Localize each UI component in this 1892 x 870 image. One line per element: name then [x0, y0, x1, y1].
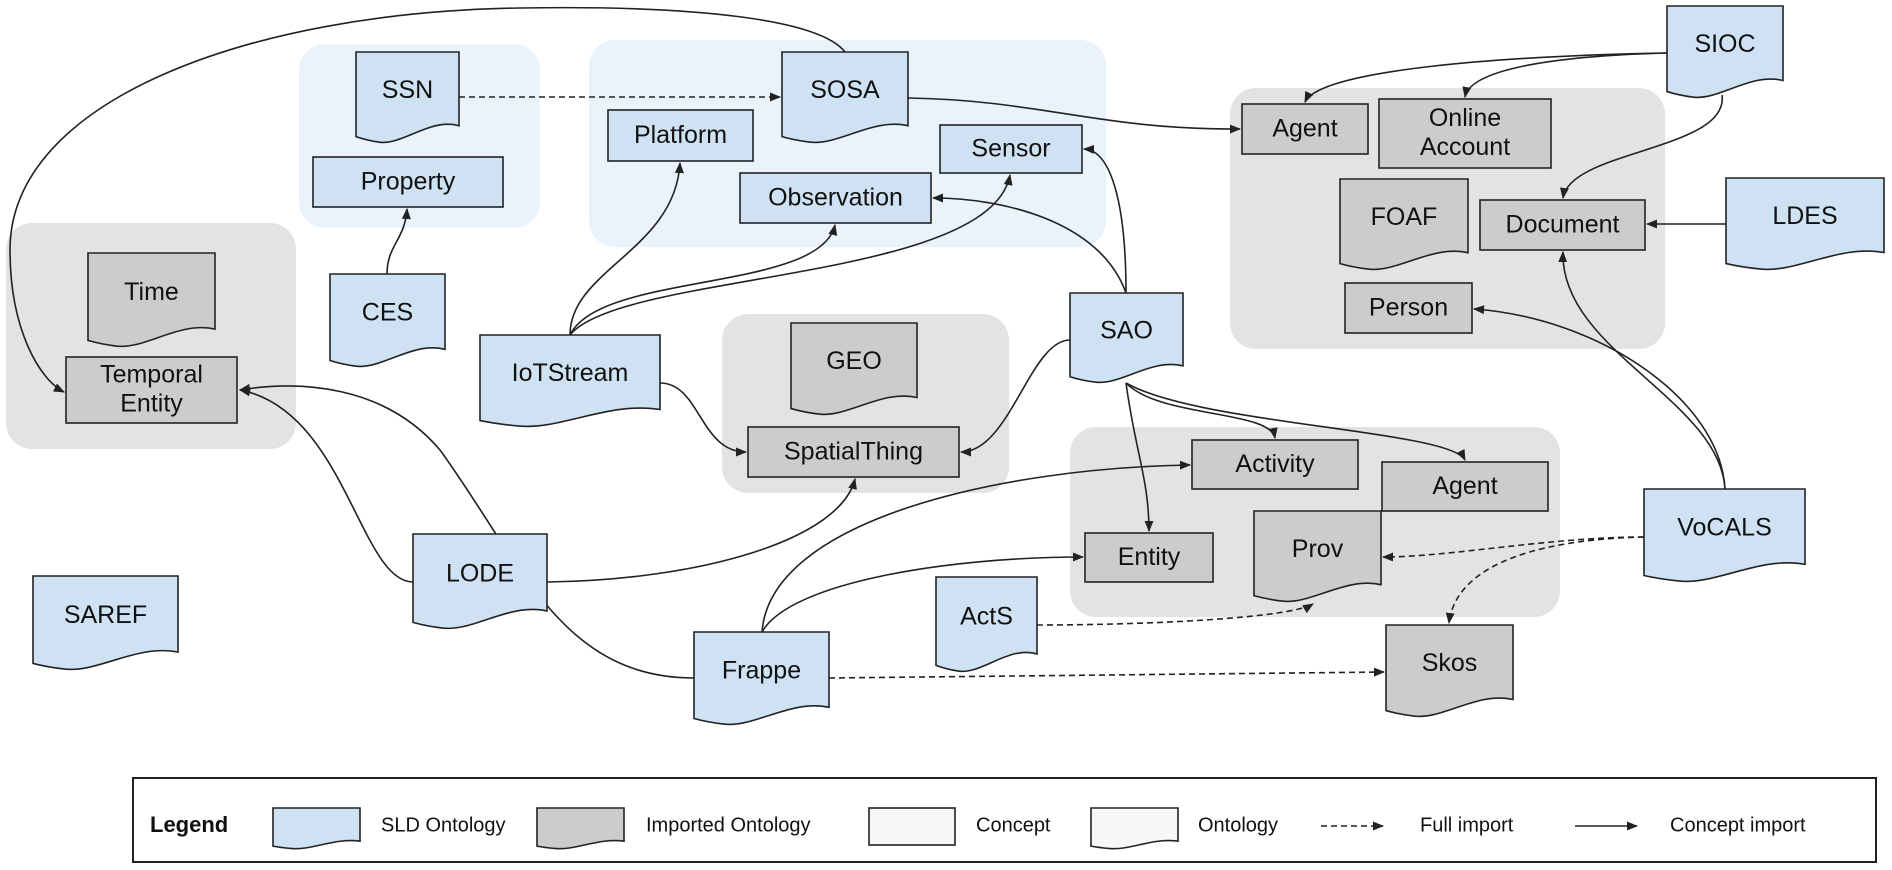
legend-label: Ontology: [1198, 814, 1278, 836]
node-label: Agent: [1432, 472, 1497, 500]
node-spatialthing[interactable]: SpatialThing: [747, 426, 960, 478]
node-label: FOAF: [1371, 203, 1438, 231]
node-label: SOSA: [810, 76, 880, 104]
node-iotstream[interactable]: IoTStream: [479, 334, 661, 428]
node-label: LDES: [1772, 202, 1837, 230]
node-label: CES: [362, 299, 413, 327]
legend-label: Concept: [976, 814, 1051, 836]
edge-frappe-to-skos: [828, 667, 1386, 679]
legend-label: Full import: [1420, 814, 1514, 836]
node-label: Document: [1506, 211, 1620, 239]
node-label: IoTStream: [512, 359, 629, 387]
node-label: SSN: [382, 76, 433, 104]
node-vocals[interactable]: VoCALS: [1643, 488, 1806, 583]
node-label: Online Account: [1420, 104, 1510, 161]
node-label: VoCALS: [1677, 514, 1772, 542]
node-label: LODE: [446, 560, 514, 588]
node-sensor[interactable]: Sensor: [939, 124, 1083, 174]
node-ces[interactable]: CES: [329, 273, 446, 368]
legend: Legend SLD Ontology Imported Ontology Conce…: [132, 777, 1877, 863]
node-lode[interactable]: LODE: [412, 533, 548, 630]
node-label-line: Account: [1420, 133, 1510, 161]
node-skos[interactable]: Skos: [1385, 624, 1514, 718]
node-label: SIOC: [1694, 30, 1755, 58]
node-label: Agent: [1272, 115, 1337, 143]
node-label: Prov: [1292, 535, 1344, 563]
node-frappe[interactable]: Frappe: [693, 631, 830, 726]
edge-frappe-to-temporal-entity: [238, 383, 695, 679]
node-activity[interactable]: Activity: [1191, 439, 1359, 490]
node-label: Activity: [1235, 450, 1315, 478]
node-online-account[interactable]: Online Account: [1378, 98, 1552, 169]
legend-label: SLD Ontology: [381, 814, 506, 836]
node-entity[interactable]: Entity: [1084, 532, 1214, 583]
node-label: Sensor: [971, 135, 1050, 163]
node-label: GEO: [826, 347, 882, 375]
legend-label: Concept import: [1670, 814, 1806, 836]
node-label: Entity: [1118, 543, 1181, 571]
node-label: SAO: [1100, 316, 1153, 344]
ontology-diagram: SSN SOSA Property Platform Sensor Observation…: [6, 5, 1885, 863]
node-sao[interactable]: SAO: [1069, 292, 1184, 384]
node-acts[interactable]: ActS: [935, 576, 1038, 673]
node-label: Time: [124, 278, 179, 306]
node-label: Person: [1369, 294, 1448, 322]
node-label: Property: [361, 168, 456, 196]
node-property[interactable]: Property: [312, 156, 504, 208]
node-observation[interactable]: Observation: [739, 172, 932, 224]
node-ldes[interactable]: LDES: [1725, 177, 1885, 271]
node-label: SpatialThing: [784, 438, 923, 466]
node-document[interactable]: Document: [1479, 199, 1646, 251]
node-platform[interactable]: Platform: [607, 109, 754, 162]
node-agent-prov[interactable]: Agent: [1381, 461, 1549, 512]
node-agent-foaf[interactable]: Agent: [1241, 103, 1369, 155]
node-label: SAREF: [64, 601, 147, 629]
node-label: Observation: [768, 184, 903, 212]
node-label: Platform: [634, 121, 727, 149]
legend-label: Imported Ontology: [646, 814, 811, 836]
node-label-line: Temporal: [100, 360, 203, 388]
node-label-line: Entity: [120, 389, 183, 417]
node-person[interactable]: Person: [1344, 282, 1473, 334]
node-label: ActS: [960, 603, 1013, 631]
node-temporal-entity[interactable]: Temporal Entity: [65, 356, 238, 424]
node-label-line: Online: [1429, 104, 1501, 132]
node-label: Skos: [1422, 649, 1478, 677]
legend-title: Legend: [150, 812, 228, 837]
node-sioc[interactable]: SIOC: [1666, 5, 1784, 99]
legend-concept-symbol: [868, 807, 956, 846]
edge-lode-to-spatialthing: [546, 477, 857, 583]
node-label: Frappe: [722, 657, 801, 685]
node-saref[interactable]: SAREF: [32, 575, 179, 671]
